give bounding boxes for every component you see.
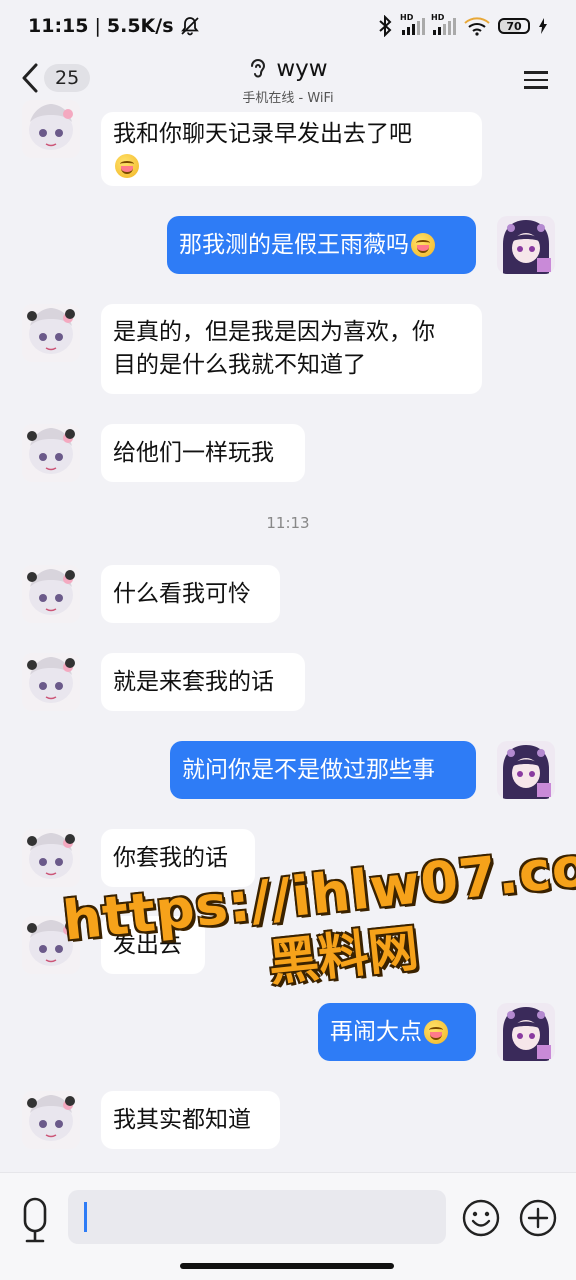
- contact-avatar[interactable]: [22, 304, 80, 362]
- title-area: wyw 手机在线 - WiFi: [0, 56, 576, 106]
- message-bubble-incoming[interactable]: 给他们一样玩我: [101, 424, 305, 482]
- message-text: 就是来套我的话: [113, 668, 274, 695]
- self-avatar[interactable]: [497, 741, 555, 799]
- battery-indicator: 70: [498, 18, 530, 34]
- message-text-line-1: 是真的，但是我是因为喜欢，你: [113, 319, 435, 345]
- message-text: 你套我的话: [113, 844, 228, 871]
- message-text: 给他们一样玩我: [113, 439, 274, 466]
- chat-header: 25 wyw 手机在线 - WiFi: [0, 52, 576, 112]
- message-text: 就问你是不是做过那些事: [182, 756, 435, 783]
- status-divider: |: [94, 15, 101, 37]
- contact-avatar[interactable]: [22, 829, 80, 887]
- text-caret: [84, 1202, 87, 1232]
- signal-2-icon: HD: [431, 13, 456, 35]
- message-input[interactable]: [68, 1190, 446, 1244]
- contact-name: wyw: [276, 56, 328, 82]
- ear-icon: [251, 59, 266, 78]
- message-text: 那我测的是假王雨薇吗: [179, 231, 409, 258]
- bell-muted-icon: [180, 17, 199, 36]
- online-status: 手机在线 - WiFi: [242, 91, 334, 106]
- message-text: 发出去: [113, 931, 182, 958]
- message-bubble-incoming[interactable]: 你套我的话: [101, 829, 255, 887]
- emoji-button[interactable]: [462, 1199, 500, 1241]
- message-bubble-outgoing[interactable]: 那我测的是假王雨薇吗: [167, 216, 476, 274]
- message-text-line-2: 目的是什么我就不知道了: [113, 352, 366, 378]
- signal-1-icon: HD: [400, 13, 425, 35]
- microphone-icon: [23, 1197, 47, 1243]
- contact-avatar[interactable]: [22, 916, 80, 974]
- message-bubble-outgoing[interactable]: 再闹大点: [318, 1003, 476, 1061]
- contact-avatar[interactable]: [22, 424, 80, 482]
- message-bubble-incoming[interactable]: 发出去: [101, 916, 205, 974]
- message-bubble-incoming[interactable]: 就是来套我的话: [101, 653, 305, 711]
- self-avatar[interactable]: [497, 216, 555, 274]
- home-indicator[interactable]: [180, 1263, 394, 1269]
- more-options-button[interactable]: [519, 1199, 557, 1241]
- menu-button[interactable]: [524, 66, 548, 94]
- message-bubble-outgoing[interactable]: 就问你是不是做过那些事: [170, 741, 476, 799]
- status-left: 11:15 | 5.5K/s: [28, 15, 200, 37]
- smiley-emoji-icon: [115, 154, 139, 178]
- voice-input-button[interactable]: [18, 1197, 52, 1243]
- smiley-emoji-icon: [424, 1020, 448, 1044]
- charging-icon: [539, 18, 547, 34]
- message-bubble-incoming[interactable]: 我其实都知道: [101, 1091, 280, 1149]
- contact-avatar[interactable]: [22, 653, 80, 711]
- contact-avatar[interactable]: [22, 100, 80, 158]
- contact-avatar[interactable]: [22, 565, 80, 623]
- message-text: 什么看我可怜: [113, 580, 251, 607]
- message-text: 我和你聊天记录早发出去了吧: [113, 120, 412, 147]
- bluetooth-icon: [379, 15, 392, 37]
- smiley-emoji-icon: [411, 233, 435, 257]
- message-timestamp: 11:13: [266, 514, 310, 532]
- contact-avatar[interactable]: [22, 1091, 80, 1149]
- message-text: 我其实都知道: [113, 1106, 251, 1133]
- status-time: 11:15: [28, 15, 89, 37]
- self-avatar[interactable]: [497, 1003, 555, 1061]
- status-right: HD HD 70: [376, 13, 548, 37]
- smiley-icon: [462, 1199, 500, 1237]
- message-bubble-incoming[interactable]: 我和你聊天记录早发出去了吧: [101, 112, 482, 186]
- plus-circle-icon: [519, 1199, 557, 1237]
- watermark-name: 黑料网: [265, 919, 422, 993]
- network-speed: 5.5K/s: [106, 15, 174, 37]
- status-bar: 11:15 | 5.5K/s HD HD 70: [0, 0, 576, 52]
- title-line: wyw: [248, 56, 328, 82]
- message-bubble-incoming[interactable]: 是真的，但是我是因为喜欢，你 目的是什么我就不知道了: [101, 304, 482, 394]
- message-text: 再闹大点: [330, 1018, 422, 1045]
- wifi-icon: [464, 17, 490, 36]
- message-bubble-incoming[interactable]: 什么看我可怜: [101, 565, 280, 623]
